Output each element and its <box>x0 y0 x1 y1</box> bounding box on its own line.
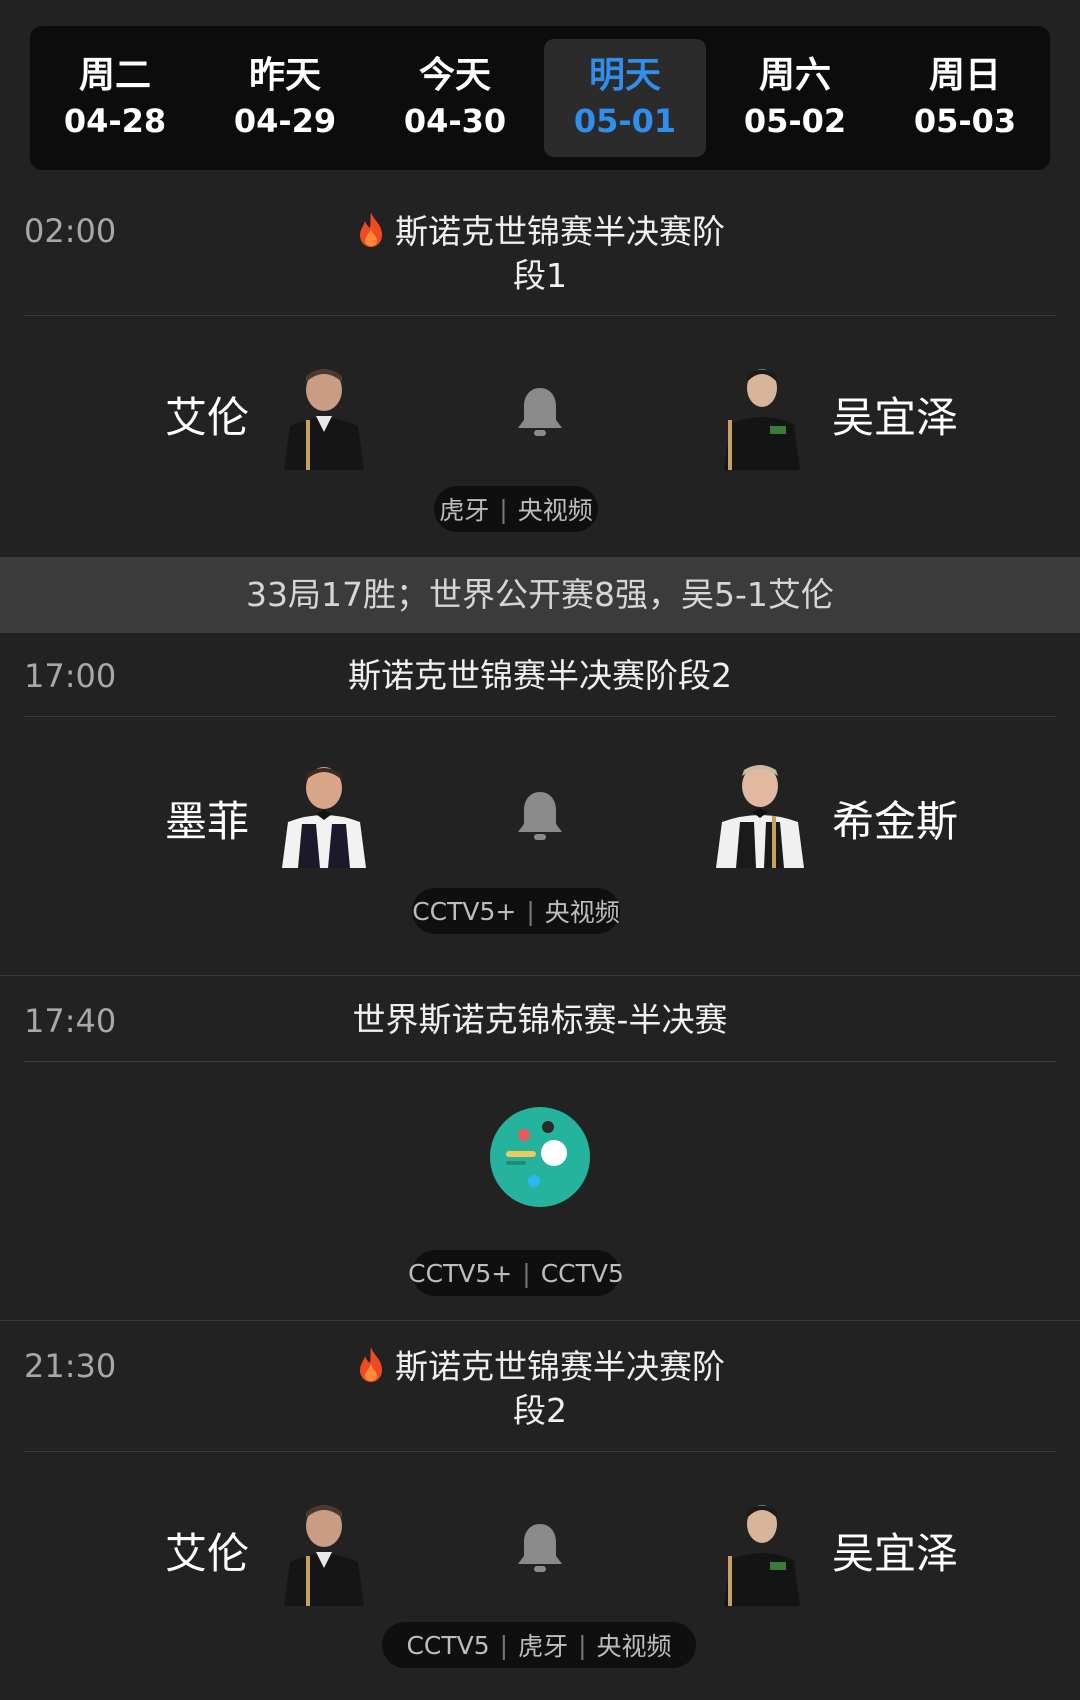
home-player-name: 墨菲 <box>165 797 250 846</box>
date-tab-date: 05-03 <box>913 102 1017 140</box>
match-title: 斯诺克世锦赛半决赛阶段2 <box>250 654 830 698</box>
divider <box>24 315 1056 316</box>
date-tab-date: 04-28 <box>63 102 167 140</box>
date-tab-sat[interactable]: 周六 05-02 <box>714 39 876 157</box>
channel-label: 央视频 <box>544 898 620 927</box>
away-player-name: 吴宜泽 <box>832 393 959 442</box>
channel-separator: | <box>499 1630 509 1660</box>
section-divider <box>0 1320 1080 1321</box>
bell-icon[interactable] <box>514 1520 566 1574</box>
date-tab-tue[interactable]: 周二 04-28 <box>34 39 196 157</box>
bell-icon[interactable] <box>514 384 566 438</box>
date-tab-date: 04-29 <box>233 102 337 140</box>
date-tab-date: 05-02 <box>743 102 847 140</box>
channel-separator: | <box>522 1258 531 1288</box>
date-tab-weekday: 周日 <box>928 55 1001 96</box>
match-title: 斯诺克世锦赛半决赛阶 段2 <box>320 1345 760 1433</box>
away-player-avatar <box>724 1505 800 1606</box>
channel-label: CCTV5 <box>406 1630 490 1660</box>
date-tab-date: 04-30 <box>403 102 507 140</box>
away-player-avatar <box>724 369 800 470</box>
date-selector: 周二 04-28 昨天 04-29 今天 04-30 明天 05-01 周六 0… <box>30 26 1050 170</box>
date-tab-tomorrow[interactable]: 明天 05-01 <box>544 39 706 157</box>
match-title: 斯诺克世锦赛半决赛阶 段1 <box>320 210 760 298</box>
match-title: 世界斯诺克锦标赛-半决赛 <box>250 998 830 1042</box>
match-title-text: 斯诺克世锦赛半决赛阶段2 <box>348 656 732 695</box>
home-player-name: 艾伦 <box>165 393 250 442</box>
channel-label: 央视频 <box>596 1632 672 1661</box>
match-time: 17:40 <box>24 1002 117 1040</box>
broadcast-channels[interactable]: 虎牙 | 央视频 <box>434 486 598 532</box>
home-player-avatar <box>284 369 364 470</box>
fire-icon <box>360 1347 382 1382</box>
date-tab-date: 05-01 <box>573 102 677 140</box>
date-tab-yesterday[interactable]: 昨天 04-29 <box>204 39 366 157</box>
channel-label: CCTV5+ <box>412 896 517 926</box>
section-divider <box>0 975 1080 976</box>
divider <box>24 1451 1056 1452</box>
home-player-avatar <box>284 1505 364 1606</box>
date-tab-today[interactable]: 今天 04-30 <box>374 39 536 157</box>
broadcast-channels[interactable]: CCTV5+ | CCTV5 <box>408 1250 624 1296</box>
home-player-name: 艾伦 <box>165 1529 250 1578</box>
away-player-name: 希金斯 <box>832 797 959 846</box>
match-title-text: 世界斯诺克锦标赛-半决赛 <box>352 1000 728 1039</box>
divider <box>24 1061 1056 1062</box>
match-title-line1: 斯诺克世锦赛半决赛阶 <box>395 1347 725 1386</box>
channel-label: 虎牙 <box>518 1632 569 1661</box>
date-tab-weekday: 昨天 <box>248 55 321 96</box>
broadcast-channels[interactable]: CCTV5+ | 央视频 <box>412 888 620 934</box>
date-tab-weekday: 今天 <box>418 55 491 96</box>
divider <box>24 716 1056 717</box>
match-time: 21:30 <box>24 1347 117 1385</box>
date-tab-weekday: 周六 <box>758 55 831 96</box>
match-title-line2: 段1 <box>513 256 567 295</box>
channel-label: CCTV5+ <box>408 1258 513 1288</box>
snooker-app-icon <box>490 1107 590 1207</box>
match-time: 17:00 <box>24 657 117 695</box>
channel-label: 虎牙 <box>439 496 490 525</box>
head-to-head-note: 33局17胜；世界公开赛8强，吴5-1艾伦 <box>0 557 1080 633</box>
away-player-avatar <box>716 765 804 868</box>
channel-separator: | <box>526 896 535 926</box>
channel-label: CCTV5 <box>540 1258 624 1288</box>
channel-separator: | <box>499 494 508 524</box>
home-player-avatar <box>282 767 366 868</box>
date-tab-weekday: 明天 <box>588 55 661 96</box>
date-tab-weekday: 周二 <box>78 55 151 96</box>
match-title-line2: 段2 <box>513 1391 567 1430</box>
match-time: 02:00 <box>24 212 117 250</box>
fire-icon <box>360 212 382 247</box>
bell-icon[interactable] <box>514 788 566 842</box>
broadcast-channels[interactable]: CCTV5 | 虎牙 | 央视频 <box>382 1622 696 1668</box>
date-tab-sun[interactable]: 周日 05-03 <box>884 39 1046 157</box>
channel-separator: | <box>578 1630 587 1660</box>
away-player-name: 吴宜泽 <box>832 1529 959 1578</box>
match-title-line1: 斯诺克世锦赛半决赛阶 <box>395 212 725 251</box>
channel-label: 央视频 <box>517 496 593 525</box>
